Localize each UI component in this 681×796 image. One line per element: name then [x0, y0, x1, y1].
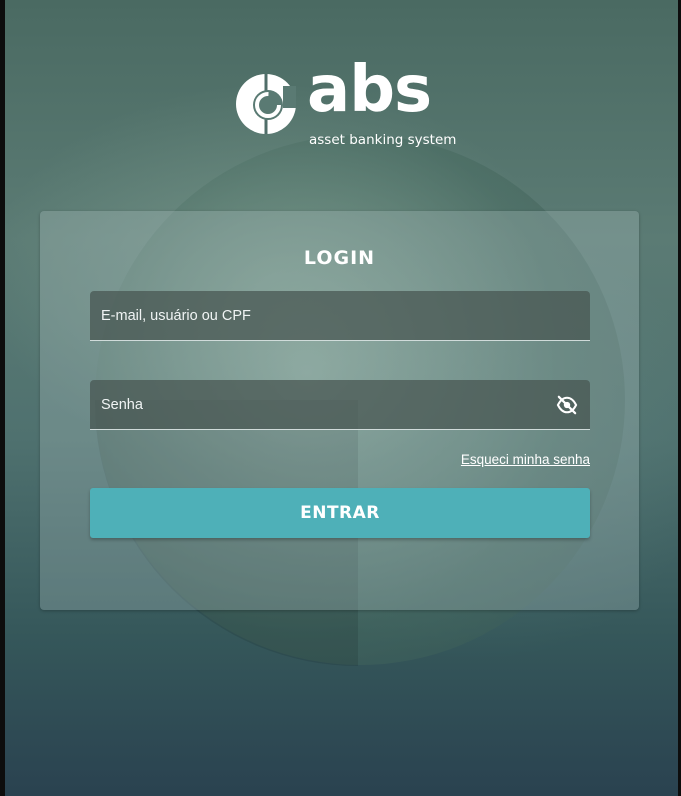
login-submit-button[interactable]: ENTRAR — [90, 488, 590, 538]
email-field — [90, 291, 590, 341]
password-field — [90, 380, 590, 430]
forgot-password-link[interactable]: Esqueci minha senha — [461, 452, 590, 467]
window-edge-left — [0, 0, 5, 796]
abs-logo-icon — [236, 74, 296, 134]
brand-tagline: asset banking system — [309, 132, 457, 148]
brand-name: abs — [307, 53, 432, 127]
login-title: LOGIN — [303, 247, 376, 269]
login-card: LOGIN Esqueci minha senha ENTRAR — [40, 211, 639, 610]
password-input[interactable] — [90, 380, 590, 429]
brand-logo: abs asset banking system — [234, 58, 456, 150]
eye-off-icon[interactable] — [556, 395, 578, 415]
email-input[interactable] — [90, 291, 590, 340]
login-page: abs asset banking system LOGIN Esqueci m… — [0, 0, 681, 796]
